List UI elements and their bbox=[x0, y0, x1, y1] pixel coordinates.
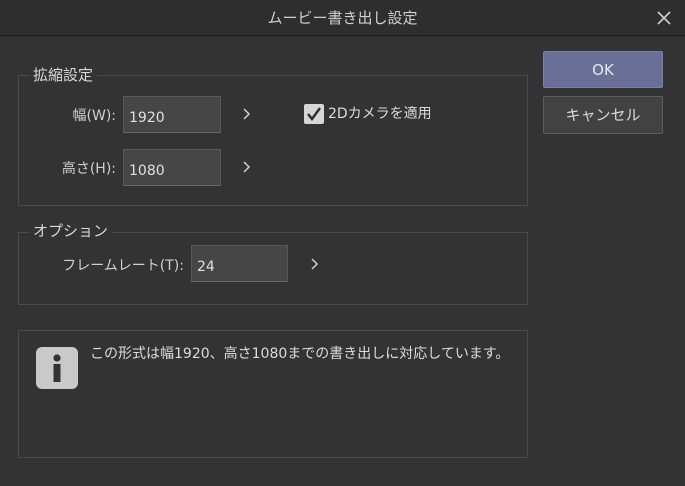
cancel-button[interactable]: キャンセル bbox=[543, 96, 663, 134]
width-input[interactable] bbox=[123, 96, 221, 133]
scale-settings-group bbox=[18, 75, 528, 206]
scale-settings-label: 拡縮設定 bbox=[29, 66, 98, 84]
options-label: オプション bbox=[29, 222, 113, 240]
height-label: 高さ(H): bbox=[61, 161, 116, 177]
width-label: 幅(W): bbox=[72, 108, 116, 124]
width-chevron-right-icon[interactable] bbox=[239, 104, 255, 124]
info-message: この形式は幅1920、高さ1080までの書き出しに対応しています。 bbox=[90, 346, 510, 362]
framerate-label: フレームレート(T): bbox=[62, 258, 184, 274]
height-input[interactable] bbox=[123, 149, 221, 186]
close-icon[interactable] bbox=[651, 6, 677, 30]
camera-2d-label[interactable]: 2Dカメラを適用 bbox=[328, 104, 432, 124]
checkmark-icon bbox=[307, 107, 321, 121]
framerate-chevron-right-icon[interactable] bbox=[307, 254, 323, 274]
info-icon bbox=[36, 347, 78, 389]
height-chevron-right-icon[interactable] bbox=[239, 157, 255, 177]
framerate-input[interactable] bbox=[191, 245, 288, 282]
ok-button[interactable]: OK bbox=[543, 51, 663, 88]
window-title: ムービー書き出し設定 bbox=[267, 9, 418, 27]
camera-2d-checkbox[interactable] bbox=[304, 104, 324, 124]
